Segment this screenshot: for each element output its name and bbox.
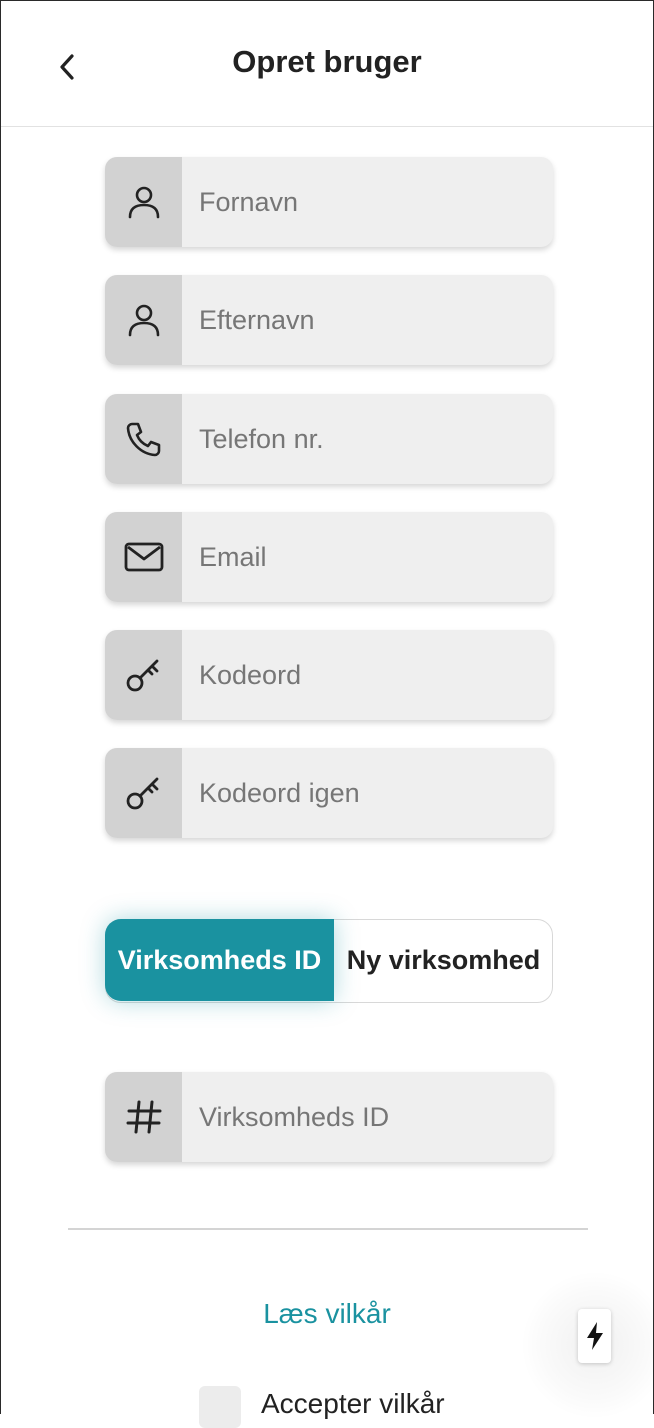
phone-icon	[105, 394, 182, 484]
first-name-field	[105, 157, 553, 247]
phone-field	[105, 394, 553, 484]
company-mode-toggle: Virksomheds ID Ny virksomhed	[105, 919, 553, 1003]
first-name-input[interactable]	[182, 157, 553, 247]
email-input[interactable]	[182, 512, 553, 602]
toggle-new-company[interactable]: Ny virksomhed	[335, 919, 552, 1001]
mail-icon	[105, 512, 182, 602]
company-id-input[interactable]	[182, 1072, 553, 1162]
accept-terms-checkbox[interactable]	[199, 1386, 241, 1428]
user-icon	[105, 157, 182, 247]
email-field	[105, 512, 553, 602]
password-field	[105, 630, 553, 720]
divider	[68, 1228, 588, 1230]
password-repeat-field	[105, 748, 553, 838]
accept-terms-label: Accepter vilkår	[261, 1388, 445, 1419]
hash-icon	[105, 1072, 182, 1162]
company-id-field	[105, 1072, 553, 1162]
last-name-field	[105, 275, 553, 365]
app-header: Opret bruger	[0, 0, 654, 127]
password-repeat-input[interactable]	[182, 748, 553, 838]
last-name-input[interactable]	[182, 275, 553, 365]
page-title: Opret bruger	[232, 44, 422, 79]
phone-input[interactable]	[182, 394, 553, 484]
user-icon	[105, 275, 182, 365]
key-icon	[105, 748, 182, 838]
quick-action-button[interactable]	[578, 1309, 611, 1363]
toggle-company-id[interactable]: Virksomheds ID	[105, 919, 334, 1001]
bolt-icon	[586, 1322, 603, 1350]
key-icon	[105, 630, 182, 720]
password-input[interactable]	[182, 630, 553, 720]
